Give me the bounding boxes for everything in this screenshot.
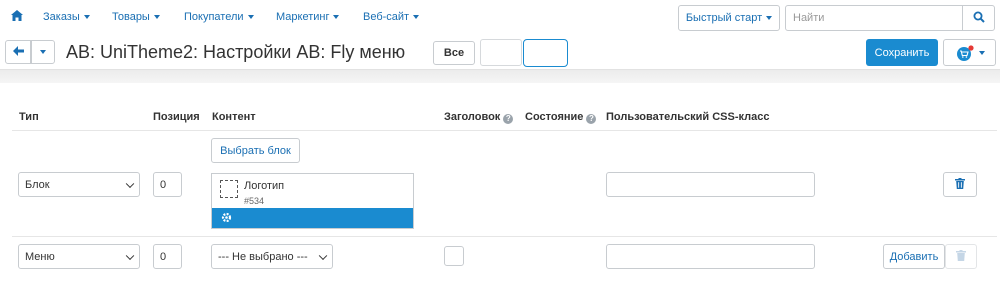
- column-heading: Заголовок?: [444, 111, 514, 124]
- chevron-down-icon: [333, 15, 340, 20]
- save-button[interactable]: Сохранить: [866, 39, 938, 66]
- nav-products-label: Товары: [112, 11, 150, 23]
- type-select-2-value: Меню: [25, 250, 55, 263]
- chevron-down-icon: [125, 251, 135, 260]
- trash-icon: [955, 177, 965, 192]
- nav-website[interactable]: Веб-сайт: [363, 11, 420, 23]
- back-button[interactable]: [5, 40, 31, 64]
- chevron-down-icon: [318, 251, 328, 260]
- quick-start-button[interactable]: Быстрый старт: [678, 5, 780, 31]
- header-divider: [12, 130, 997, 131]
- chevron-down-icon: [83, 15, 90, 20]
- column-position: Позиция: [153, 111, 200, 123]
- content-select[interactable]: --- Не выбрано ---: [211, 244, 333, 269]
- heading-checkbox[interactable]: [444, 246, 464, 266]
- nav-marketing[interactable]: Маркетинг: [276, 11, 340, 23]
- css-class-input-2[interactable]: [606, 244, 815, 269]
- position-2-value: 0: [160, 250, 167, 263]
- type-select-value: Блок: [25, 178, 50, 191]
- block-action-bar: [212, 208, 413, 228]
- block-name: Логотип: [244, 180, 285, 192]
- position-input[interactable]: 0: [153, 172, 182, 197]
- chevron-down-icon: [766, 16, 773, 20]
- home-icon[interactable]: [11, 10, 23, 24]
- content-select-value: --- Не выбрано ---: [218, 250, 308, 263]
- quick-start-label: Быстрый старт: [685, 12, 763, 24]
- block-card[interactable]: Логотип #534: [211, 173, 414, 229]
- column-status-label: Состояние: [525, 111, 584, 123]
- chevron-down-icon: [978, 50, 985, 55]
- chevron-down-icon: [40, 50, 46, 54]
- history-dropdown-button[interactable]: [31, 40, 55, 64]
- css-class-input[interactable]: [606, 172, 815, 197]
- choose-block-label: Выбрать блок: [220, 144, 291, 157]
- search-button[interactable]: [962, 5, 995, 31]
- gear-icon[interactable]: [221, 212, 232, 226]
- column-content: Контент: [212, 111, 256, 123]
- filter-all-label: Все: [443, 47, 465, 59]
- column-heading-label: Заголовок: [444, 111, 501, 123]
- column-status: Состояние?: [525, 111, 597, 124]
- filter-button-2[interactable]: [480, 39, 522, 66]
- choose-block-button[interactable]: Выбрать блок: [211, 138, 300, 163]
- filter-button-3[interactable]: [523, 39, 568, 67]
- nav-orders[interactable]: Заказы: [43, 11, 90, 23]
- nav-marketing-label: Маркетинг: [276, 11, 330, 23]
- arrow-left-icon: [12, 45, 24, 59]
- type-select[interactable]: Блок: [18, 172, 140, 197]
- add-label: Добавить: [889, 250, 939, 263]
- nav-products[interactable]: Товары: [112, 11, 160, 23]
- delete-button[interactable]: [943, 172, 977, 197]
- search-icon: [973, 11, 985, 26]
- help-icon[interactable]: ?: [586, 114, 597, 124]
- toolbar-shadow: [0, 69, 1000, 83]
- nav-customers-label: Покупатели: [184, 11, 244, 23]
- page-title: AB: UniTheme2: Настройки AB: Fly меню: [66, 42, 406, 62]
- block-placeholder-icon: [220, 180, 238, 198]
- type-select-2[interactable]: Меню: [18, 244, 140, 269]
- cart-icon: [955, 44, 975, 61]
- chevron-down-icon: [413, 15, 420, 20]
- top-navigation: Заказы Товары Покупатели Маркетинг Веб-с…: [0, 0, 1000, 34]
- trash-icon: [956, 249, 966, 264]
- chevron-down-icon: [125, 179, 135, 188]
- add-button[interactable]: Добавить: [883, 244, 945, 269]
- row-divider: [12, 236, 997, 237]
- nav-orders-label: Заказы: [43, 11, 80, 23]
- nav-customers[interactable]: Покупатели: [184, 11, 254, 23]
- search-placeholder: Найти: [793, 12, 825, 24]
- column-css-class: Пользовательский CSS-класс: [606, 111, 770, 123]
- delete-button-disabled[interactable]: [945, 244, 977, 269]
- chevron-down-icon: [153, 15, 160, 20]
- nav-website-label: Веб-сайт: [363, 11, 410, 23]
- position-input-2[interactable]: 0: [153, 244, 182, 269]
- storefront-button[interactable]: [943, 39, 996, 66]
- position-value: 0: [160, 178, 167, 191]
- column-type: Тип: [19, 111, 39, 123]
- help-icon[interactable]: ?: [503, 114, 514, 124]
- block-id: #534: [244, 196, 265, 206]
- save-label: Сохранить: [874, 46, 930, 59]
- chevron-down-icon: [247, 15, 254, 20]
- filter-all-button[interactable]: Все: [433, 41, 475, 65]
- search-input[interactable]: Найти: [785, 5, 963, 31]
